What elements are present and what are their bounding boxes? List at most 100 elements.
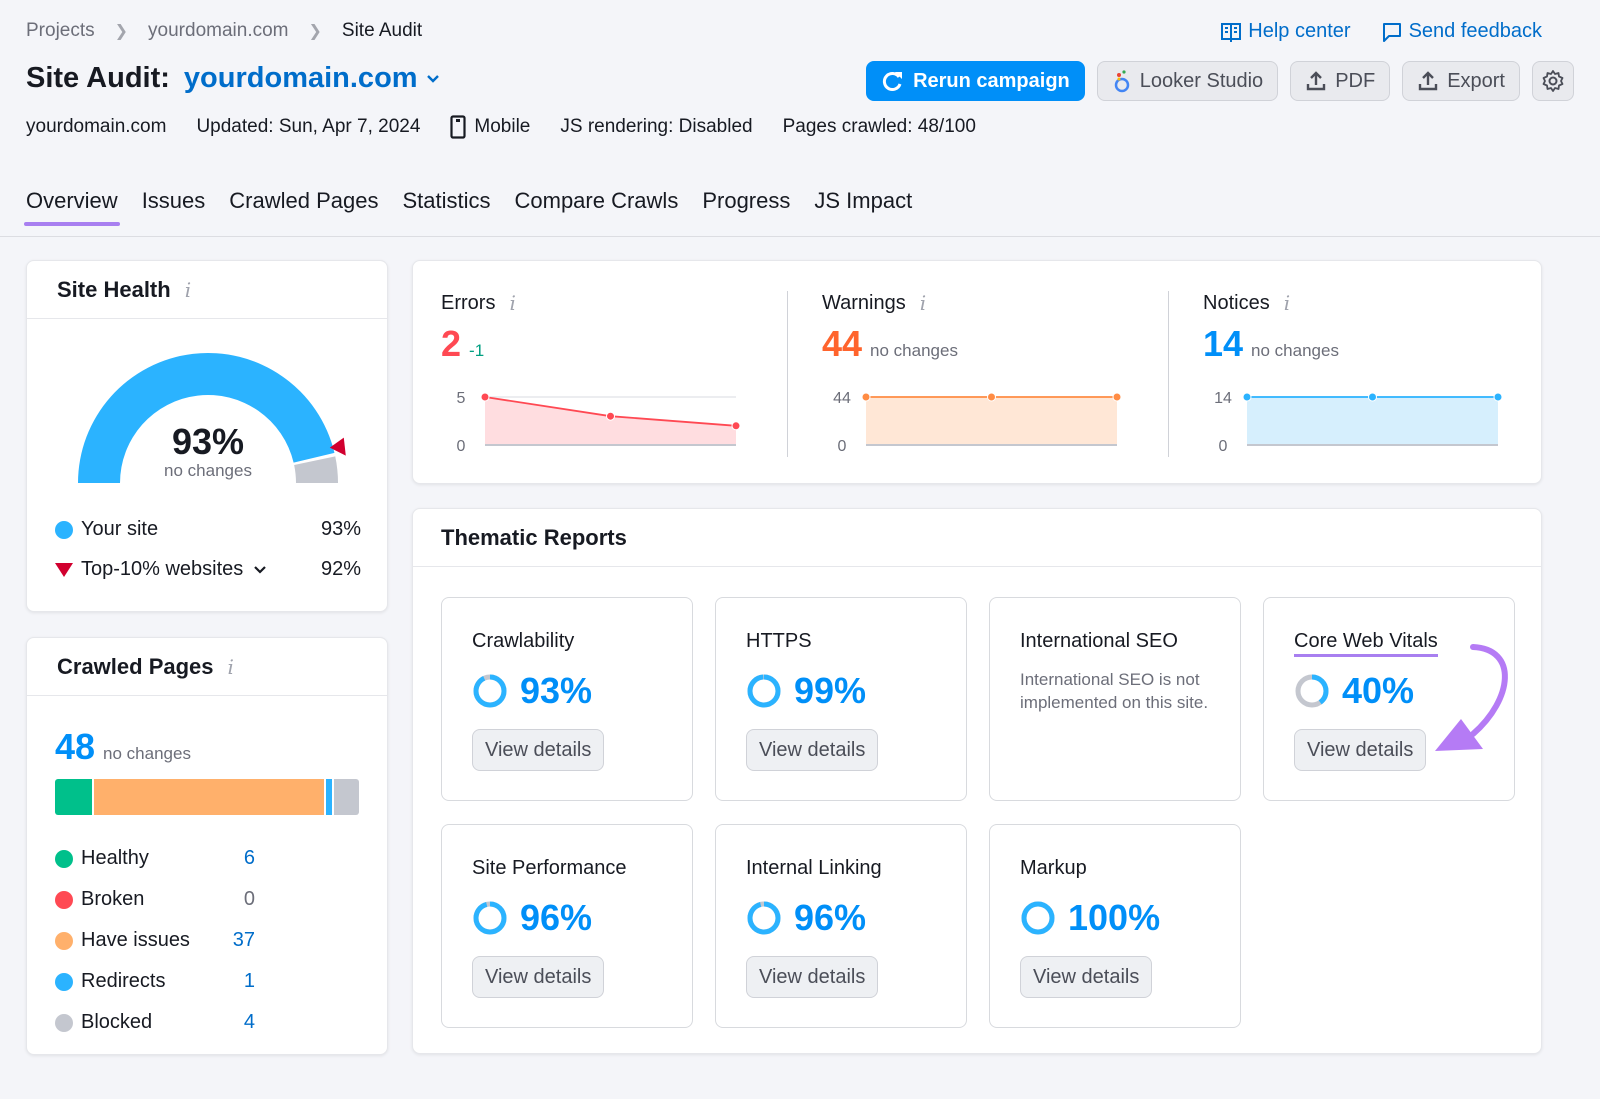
report-title[interactable]: HTTPS [746, 630, 812, 653]
chat-icon [1382, 22, 1401, 42]
legend-dot [55, 849, 73, 868]
tab-js-impact[interactable]: JS Impact [814, 188, 912, 226]
y-tick-max: 5 [457, 390, 466, 407]
report-title[interactable]: Site Performance [472, 857, 627, 880]
info-icon[interactable]: i [228, 655, 234, 679]
tabs: Overview Issues Crawled Pages Statistics… [24, 188, 912, 226]
tab-issues[interactable]: Issues [142, 188, 206, 226]
report-title[interactable]: Crawlability [472, 630, 574, 653]
bar-segment-redirects[interactable] [325, 779, 333, 815]
sparkline-point[interactable] [731, 421, 741, 431]
issue-change: no changes [1251, 341, 1339, 360]
issue-count[interactable]: 14 [1203, 323, 1243, 365]
report-percent: 96% [520, 897, 593, 938]
legend-label: Have issues [81, 929, 190, 951]
report-score: 40% [1294, 670, 1414, 712]
sparkline-area [1247, 397, 1498, 445]
donut-value [473, 674, 507, 708]
issue-label: Notices [1203, 291, 1270, 314]
help-center-label: Help center [1248, 20, 1351, 42]
view-details-button[interactable]: View details [1294, 729, 1427, 771]
report-title[interactable]: Markup [1020, 857, 1087, 880]
view-details-button[interactable]: View details [1020, 956, 1153, 998]
report-title[interactable]: Internal Linking [746, 857, 882, 880]
gear-icon [1542, 70, 1564, 92]
sparkline-point[interactable] [861, 392, 871, 402]
breadcrumb-projects[interactable]: Projects [26, 20, 95, 42]
sparkline-point[interactable] [480, 392, 490, 402]
info-icon[interactable]: i [1284, 291, 1290, 315]
meta-pages: Pages crawled: 48/100 [782, 116, 976, 137]
issue-count[interactable]: 44 [822, 323, 862, 365]
report-percent: 96% [794, 897, 867, 938]
sparkline-point[interactable] [987, 392, 996, 402]
view-details-button[interactable]: View details [746, 729, 879, 771]
donut-icon [473, 901, 507, 935]
settings-button[interactable] [1532, 61, 1574, 101]
donut-icon [747, 674, 781, 708]
meta-updated: Updated: Sun, Apr 7, 2024 [196, 116, 421, 137]
domain-selector[interactable]: yourdomain.com [184, 62, 440, 95]
sparkline-point[interactable] [1493, 392, 1503, 402]
sparkline-area [866, 397, 1117, 445]
arrow-annotation-icon [1435, 644, 1508, 751]
export-button[interactable]: Export [1402, 61, 1520, 101]
report-internal-linking: Internal Linking 96% View details [715, 824, 967, 1028]
legend-label: Blocked [81, 1011, 153, 1033]
tab-crawled-pages[interactable]: Crawled Pages [229, 188, 378, 226]
upload-icon [1418, 71, 1438, 91]
issue-change: no changes [870, 341, 958, 360]
legend-item: Have issues 37 [55, 920, 255, 961]
crawled-pages-total[interactable]: 48 [55, 726, 95, 768]
tab-compare-crawls[interactable]: Compare Crawls [515, 188, 679, 226]
sparkline-point[interactable] [606, 411, 615, 421]
legend-value[interactable]: 4 [244, 1011, 255, 1034]
site-health-header: Site Health i [27, 261, 387, 319]
view-details-button[interactable]: View details [472, 956, 605, 998]
tab-overview[interactable]: Overview [24, 188, 120, 226]
tab-statistics[interactable]: Statistics [402, 188, 490, 226]
sparkline-point[interactable] [1242, 392, 1252, 402]
sparkline-point[interactable] [1112, 392, 1122, 402]
view-details-button[interactable]: View details [746, 956, 879, 998]
bar-segment-healthy[interactable] [55, 779, 93, 815]
report-score: 100% [1020, 897, 1160, 939]
help-center-link[interactable]: Help center [1220, 20, 1351, 43]
report-title[interactable]: Core Web Vitals [1294, 630, 1438, 657]
legend-value[interactable]: 1 [244, 970, 255, 993]
info-icon[interactable]: i [185, 278, 191, 302]
legend-value[interactable]: 37 [233, 929, 255, 952]
site-health-title: Site Health [57, 276, 171, 302]
bar-segment-have-issues[interactable] [94, 779, 324, 815]
legend-item: Healthy 6 [55, 838, 255, 879]
breadcrumb-domain[interactable]: yourdomain.com [148, 20, 288, 42]
tab-progress[interactable]: Progress [702, 188, 790, 226]
legend-top10: Top-10% websites 92% [55, 558, 361, 581]
bar-segment-blocked[interactable] [334, 779, 359, 815]
your-site-dot [55, 520, 73, 539]
report-title[interactable]: International SEO [1020, 630, 1178, 653]
thematic-reports-card: Thematic Reports Crawlability 93% View det… [412, 508, 1542, 1054]
rerun-campaign-button[interactable]: Rerun campaign [866, 61, 1085, 101]
divider [787, 291, 788, 457]
page-title-prefix: Site Audit: [26, 62, 170, 94]
view-details-button[interactable]: View details [472, 729, 605, 771]
issues-card: Errors i 2 -1 5 0 Warnings i 44 no changes 44 0 Noti… [412, 260, 1542, 484]
report-description: International SEO is not implemented on … [1020, 670, 1209, 712]
issue-count[interactable]: 2 [441, 323, 461, 365]
legend-value[interactable]: 6 [244, 847, 255, 870]
sparkline-point[interactable] [1368, 392, 1377, 402]
pdf-button[interactable]: PDF [1290, 61, 1391, 101]
report-site-performance: Site Performance 96% View details [441, 824, 693, 1028]
thematic-reports-title: Thematic Reports [441, 524, 627, 550]
looker-studio-button[interactable]: Looker Studio [1096, 61, 1279, 101]
info-icon[interactable]: i [920, 291, 926, 315]
report-score: 96% [746, 897, 866, 939]
info-icon[interactable]: i [509, 291, 515, 315]
chevron-down-icon[interactable] [253, 565, 267, 575]
send-feedback-link[interactable]: Send feedback [1381, 20, 1542, 43]
thematic-reports-header: Thematic Reports [413, 509, 1541, 567]
your-site-label: Your site [81, 518, 159, 540]
legend-value: 0 [243, 888, 255, 910]
y-tick-max: 44 [833, 390, 851, 407]
